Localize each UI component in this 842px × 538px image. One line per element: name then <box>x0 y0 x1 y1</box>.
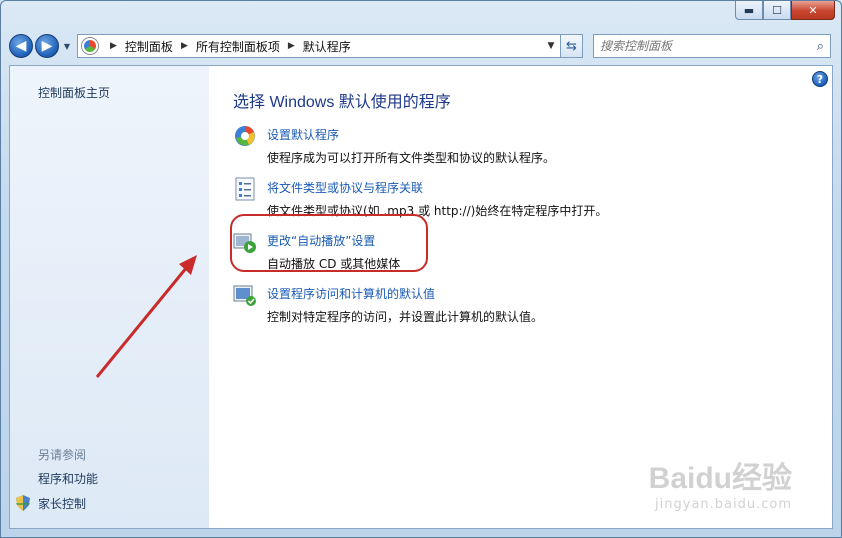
annotation-arrow <box>95 255 197 378</box>
control-panel-window: ▬ ☐ ✕ ◀ ▶ ▼ ▶ 控制面板 ▶ 所有控制面板项 ▶ 默认程序 ▼ ⇆ … <box>0 0 842 538</box>
